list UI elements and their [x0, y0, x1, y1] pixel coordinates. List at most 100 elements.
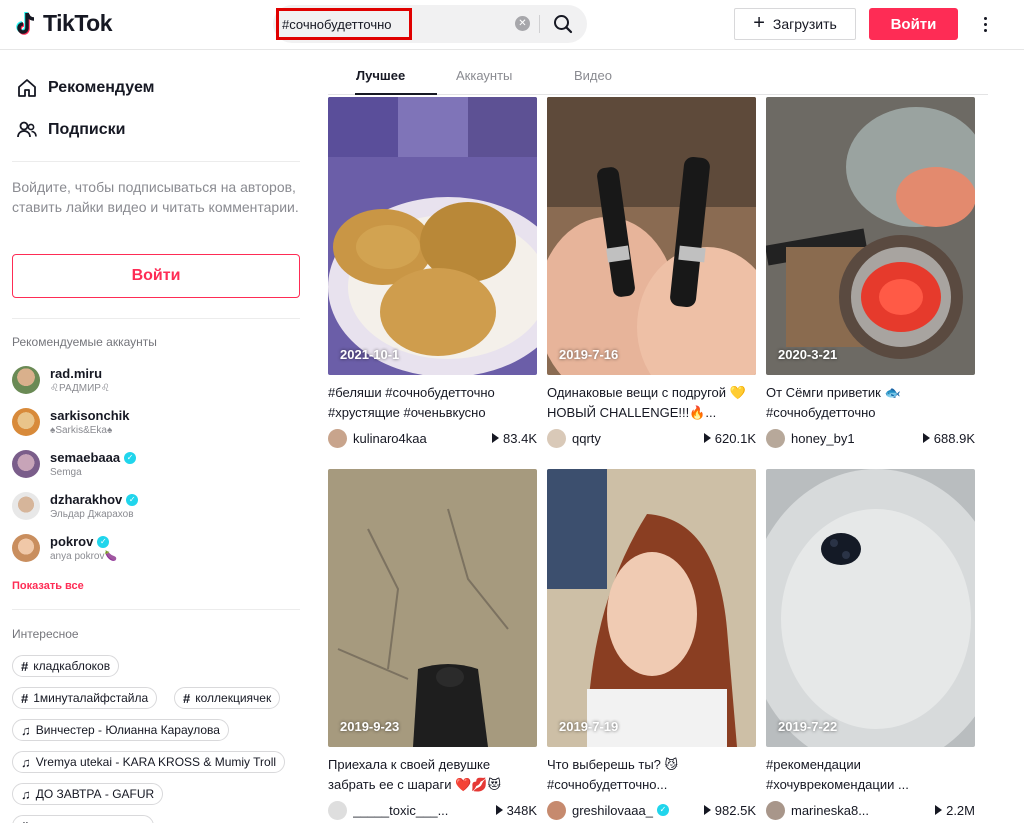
- video-author-name: greshilovaaa_: [572, 802, 653, 818]
- avatar: [12, 450, 40, 478]
- music-chip[interactable]: ♫ ДО ЗАВТРА - GAFUR: [12, 783, 164, 805]
- search-input[interactable]: [276, 8, 412, 40]
- account-item[interactable]: rad.miru ♌РАДМИР♌: [12, 362, 110, 398]
- tab-videos[interactable]: Видео: [574, 68, 612, 83]
- video-author[interactable]: _____toxic___...: [353, 803, 496, 818]
- thumbnail-image: [766, 97, 975, 375]
- search-tabs: Лучшее Аккаунты Видео: [328, 51, 988, 95]
- hashtag-icon: #: [21, 690, 29, 706]
- logo-text: TikTok: [43, 10, 113, 36]
- avatar: [12, 492, 40, 520]
- avatar[interactable]: [766, 800, 785, 820]
- video-description[interactable]: #рекомендации #хочуврекомендации ...: [766, 755, 975, 795]
- divider: [12, 609, 300, 610]
- thumbnail-image: [547, 469, 756, 747]
- play-count: 83.4K: [492, 431, 537, 446]
- video-card[interactable]: 2019-7-16 Одинаковые вещи с подругой 💛 Н…: [547, 97, 756, 449]
- account-name: rad.miru: [50, 366, 103, 381]
- account-name-row: semaebaaa ✓: [50, 450, 137, 465]
- music-chip[interactable]: ♫ Винчестер - Юлианна Караулова: [12, 719, 229, 741]
- play-icon: [703, 433, 711, 443]
- video-date: 2020-3-21: [778, 347, 838, 362]
- avatar: [12, 408, 40, 436]
- video-card[interactable]: 2019-7-22 #рекомендации #хочуврекомендац…: [766, 469, 975, 821]
- account-item[interactable]: pokrov ✓ anya pokrov🍆: [12, 530, 117, 566]
- avatar[interactable]: [328, 800, 347, 820]
- account-name: semaebaaa: [50, 450, 121, 465]
- video-description[interactable]: Приехала к своей девушке забрать ее с ша…: [328, 755, 537, 795]
- hashtag-chip[interactable]: # 1минуталайфстайла: [12, 687, 158, 709]
- tag-label: 1минуталайфстайла: [33, 691, 149, 705]
- login-prompt-text: Войдите, чтобы подписываться на авторов,…: [12, 179, 299, 215]
- video-thumbnail[interactable]: 2019-9-23: [328, 469, 537, 747]
- account-name: dzharakhov: [50, 492, 123, 507]
- video-author[interactable]: greshilovaaa_ ✓: [572, 803, 704, 818]
- account-name-row: pokrov ✓: [50, 534, 117, 549]
- hashtag-chip[interactable]: # коллекциячек: [174, 687, 281, 709]
- show-all-link[interactable]: Показать все: [12, 580, 84, 592]
- nav-for-you[interactable]: Рекомендуем: [16, 77, 155, 99]
- following-icon: [17, 121, 37, 138]
- video-thumbnail[interactable]: 2021-10-1: [328, 97, 537, 375]
- play-count-value: 83.4K: [503, 430, 537, 446]
- nav-following[interactable]: Подписки: [16, 119, 125, 141]
- play-icon: [922, 433, 930, 443]
- play-count: 348K: [495, 803, 537, 818]
- video-description[interactable]: Одинаковые вещи с подругой 💛 НОВЫЙ CHALL…: [547, 383, 756, 423]
- video-card[interactable]: 2020-3-21 От Сёмги приветик 🐟 #сочнобуде…: [766, 97, 975, 449]
- more-options-icon[interactable]: [976, 12, 994, 36]
- clear-search-icon[interactable]: ✕: [515, 16, 530, 31]
- home-icon: [18, 79, 36, 97]
- account-item[interactable]: sarkisonchik ♠Sarkis&Eka♠: [12, 404, 130, 440]
- tab-top[interactable]: Лучшее: [356, 68, 405, 83]
- video-card[interactable]: 2021-10-1 #беляши #сочнобудетточно #хрус…: [328, 97, 537, 449]
- hashtag-chip[interactable]: # кладкаблоков: [12, 655, 120, 677]
- video-meta: qqrty 620.1K: [547, 427, 756, 449]
- music-note-icon: ♫: [21, 722, 31, 738]
- nav-following-label: Подписки: [48, 121, 126, 138]
- video-date: 2019-9-23: [340, 719, 400, 734]
- avatar[interactable]: [547, 800, 566, 820]
- search-divider: [539, 15, 540, 33]
- video-card[interactable]: 2019-7-19 Что выберешь ты? 😼 #сочнобудет…: [547, 469, 756, 821]
- video-description[interactable]: От Сёмги приветик 🐟 #сочнобудетточно: [766, 383, 975, 423]
- video-thumbnail[interactable]: 2019-7-16: [547, 97, 756, 375]
- video-author[interactable]: marineska8...: [791, 803, 935, 818]
- video-card[interactable]: 2019-9-23 Приехала к своей девушке забра…: [328, 469, 537, 821]
- thumbnail-image: [547, 97, 756, 375]
- play-icon: [495, 805, 503, 815]
- music-chip[interactable]: ♫ Vremya utekai - KARA KROSS & Mumiy Tro…: [12, 751, 286, 773]
- video-thumbnail[interactable]: 2019-7-19: [547, 469, 756, 747]
- login-button[interactable]: Войти: [869, 8, 958, 40]
- video-description[interactable]: Что выберешь ты? 😼 #сочнобудетточно...: [547, 755, 756, 795]
- account-subtitle: ♠Sarkis&Eka♠: [50, 425, 113, 436]
- recommended-accounts-title: Рекомендуемые аккаунты: [12, 335, 157, 349]
- video-author[interactable]: kulinaro4kaa: [353, 431, 492, 446]
- upload-button[interactable]: + Загрузить: [734, 8, 856, 40]
- play-count: 688.9K: [922, 430, 975, 446]
- divider: [12, 161, 300, 162]
- account-name: pokrov: [50, 534, 94, 549]
- avatar[interactable]: [328, 428, 347, 448]
- tiktok-logo[interactable]: TikTok: [14, 10, 113, 37]
- video-author[interactable]: honey_by1: [791, 431, 923, 446]
- video-meta: honey_by1 688.9K: [766, 427, 975, 449]
- play-count-value: 688.9K: [933, 430, 975, 446]
- account-item[interactable]: dzharakhov ✓ Эльдар Джарахов: [12, 488, 139, 524]
- sidebar-login-button[interactable]: Войти: [12, 254, 300, 298]
- search-button[interactable]: [541, 5, 585, 43]
- video-thumbnail[interactable]: 2019-7-22: [766, 469, 975, 747]
- music-note-icon: ♫: [21, 786, 31, 802]
- account-item[interactable]: semaebaaa ✓ Semga: [12, 446, 137, 482]
- avatar: [12, 366, 40, 394]
- tab-accounts[interactable]: Аккаунты: [456, 68, 512, 83]
- avatar[interactable]: [547, 428, 566, 448]
- video-author[interactable]: qqrty: [572, 431, 704, 446]
- video-description[interactable]: #беляши #сочнобудетточно #хрустящие #оче…: [328, 383, 537, 423]
- tag-label: коллекциячек: [195, 691, 272, 705]
- video-thumbnail[interactable]: 2020-3-21: [766, 97, 975, 375]
- video-date: 2021-10-1: [340, 347, 400, 362]
- avatar[interactable]: [766, 428, 785, 448]
- hashtag-chip[interactable]: #: [12, 815, 154, 823]
- tiktok-logo-icon: [16, 11, 35, 35]
